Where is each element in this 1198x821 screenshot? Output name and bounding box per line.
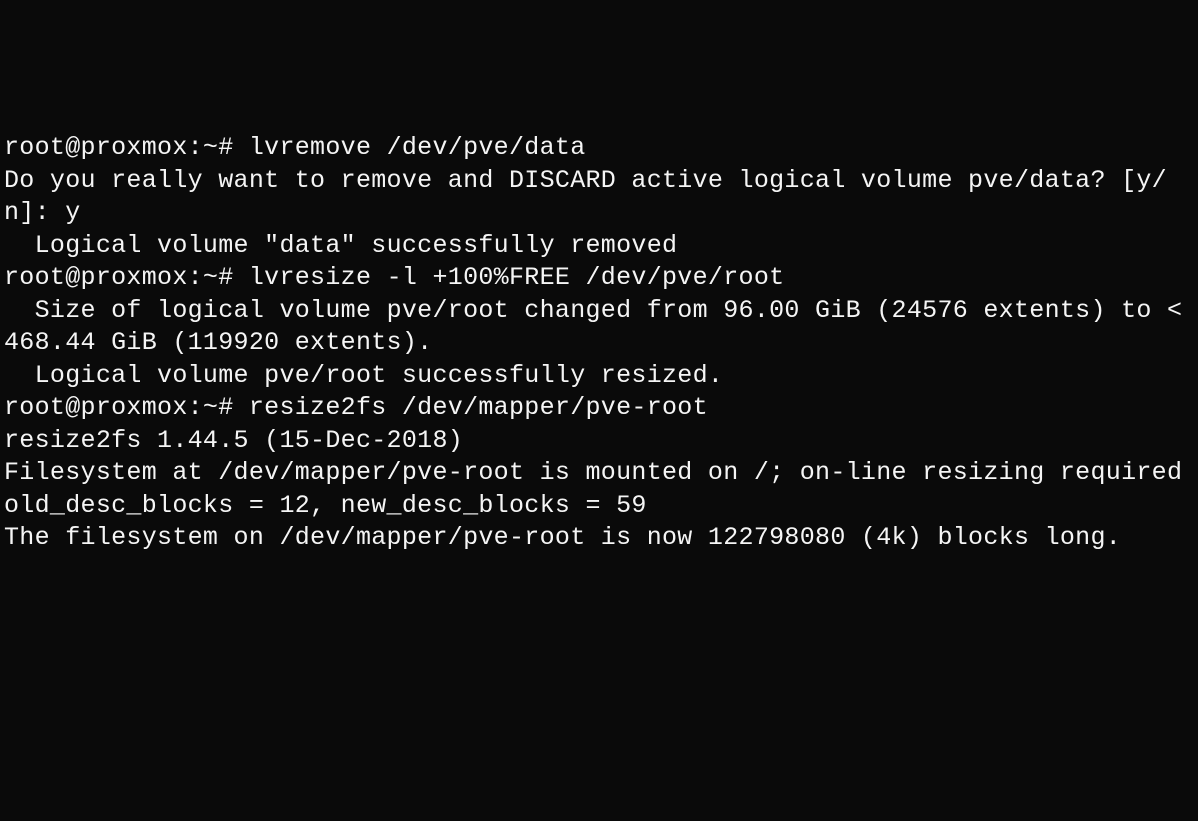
terminal-line: root@proxmox:~# lvresize -l +100%FREE /d… <box>4 262 1194 295</box>
terminal-line: Filesystem at /dev/mapper/pve-root is mo… <box>4 457 1194 490</box>
terminal-line: root@proxmox:~# resize2fs /dev/mapper/pv… <box>4 392 1194 425</box>
terminal-line: Do you really want to remove and DISCARD… <box>4 165 1194 230</box>
terminal-line: root@proxmox:~# lvremove /dev/pve/data <box>4 132 1194 165</box>
terminal-line: Logical volume "data" successfully remov… <box>4 230 1194 263</box>
terminal-line: old_desc_blocks = 12, new_desc_blocks = … <box>4 490 1194 523</box>
shell-command: lvremove /dev/pve/data <box>249 133 586 162</box>
shell-prompt: root@proxmox:~# <box>4 393 249 422</box>
terminal-line: Logical volume pve/root successfully res… <box>4 360 1194 393</box>
shell-prompt: root@proxmox:~# <box>4 263 249 292</box>
terminal-line: Size of logical volume pve/root changed … <box>4 295 1194 360</box>
shell-command: resize2fs /dev/mapper/pve-root <box>249 393 708 422</box>
terminal-line: resize2fs 1.44.5 (15-Dec-2018) <box>4 425 1194 458</box>
shell-command: lvresize -l +100%FREE /dev/pve/root <box>249 263 785 292</box>
terminal-line: The filesystem on /dev/mapper/pve-root i… <box>4 522 1194 555</box>
terminal-output[interactable]: root@proxmox:~# lvremove /dev/pve/dataDo… <box>4 132 1194 658</box>
shell-prompt: root@proxmox:~# <box>4 133 249 162</box>
